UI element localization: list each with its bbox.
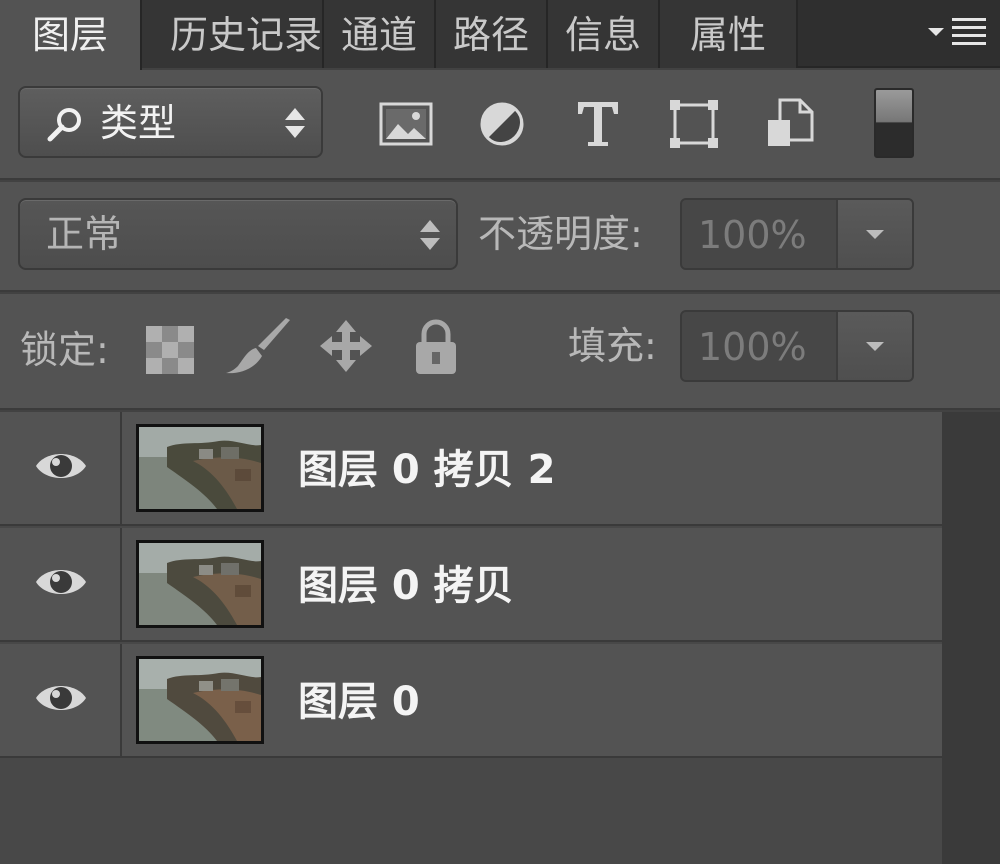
fill-field[interactable]: 100% bbox=[680, 310, 914, 382]
filter-type-select[interactable]: 类型 bbox=[18, 86, 323, 158]
fill-value[interactable]: 100% bbox=[682, 312, 838, 380]
layer-thumbnail bbox=[136, 540, 264, 628]
opacity-label: 不透明度: bbox=[478, 212, 643, 256]
type-filter-icon[interactable] bbox=[570, 96, 626, 152]
updown-arrows-icon bbox=[285, 108, 305, 140]
blend-toolbar: 正常 不透明度: 100% bbox=[0, 182, 1000, 292]
hamburger-menu-icon bbox=[952, 18, 986, 48]
smart-object-filter-icon[interactable] bbox=[762, 96, 818, 152]
filter-type-label: 类型 bbox=[100, 101, 177, 145]
filter-toolbar: 类型 bbox=[0, 70, 1000, 180]
tab-paths[interactable]: 路径 bbox=[436, 0, 548, 68]
tab-history[interactable]: 历史记录 bbox=[142, 0, 324, 68]
tab-info[interactable]: 信息 bbox=[548, 0, 660, 68]
blend-mode-label: 正常 bbox=[46, 212, 123, 256]
lock-all-icon[interactable] bbox=[412, 318, 460, 376]
visibility-toggle[interactable] bbox=[0, 644, 122, 758]
layer-name[interactable]: 图层 0 拷贝 bbox=[298, 556, 514, 616]
updown-arrows-icon bbox=[420, 220, 440, 252]
layer-thumbnail bbox=[136, 424, 264, 512]
tab-channels[interactable]: 通道 bbox=[324, 0, 436, 68]
tab-properties[interactable]: 属性 bbox=[660, 0, 798, 68]
layer-name[interactable]: 图层 0 bbox=[298, 672, 420, 732]
layer-row[interactable]: 图层 0 拷贝 bbox=[0, 528, 942, 642]
visibility-toggle[interactable] bbox=[0, 528, 122, 642]
lock-label: 锁定: bbox=[20, 328, 109, 372]
image-filter-icon[interactable] bbox=[378, 96, 434, 152]
fill-dropdown-button[interactable] bbox=[838, 312, 912, 380]
eye-icon bbox=[36, 454, 86, 478]
lock-transparent-icon[interactable] bbox=[146, 326, 194, 374]
filter-toggle-icon[interactable] bbox=[874, 88, 914, 158]
search-icon bbox=[47, 108, 81, 142]
shape-filter-icon[interactable] bbox=[666, 96, 722, 152]
chevron-down-icon bbox=[866, 230, 884, 239]
menu-arrow-icon bbox=[928, 28, 944, 36]
river-town-image bbox=[139, 543, 261, 625]
lock-brush-icon[interactable] bbox=[224, 316, 296, 376]
opacity-value[interactable]: 100% bbox=[682, 200, 838, 268]
panel-menu-button[interactable] bbox=[928, 18, 986, 52]
layer-row[interactable]: 图层 0 拷贝 2 bbox=[0, 412, 942, 526]
layer-row[interactable]: 图层 0 bbox=[0, 644, 942, 758]
fill-label: 填充: bbox=[568, 324, 657, 368]
opacity-dropdown-button[interactable] bbox=[838, 200, 912, 268]
opacity-field[interactable]: 100% bbox=[680, 198, 914, 270]
river-town-image bbox=[139, 659, 261, 741]
eye-icon bbox=[36, 686, 86, 710]
layer-thumbnail bbox=[136, 656, 264, 744]
tab-layers[interactable]: 图层 bbox=[0, 0, 142, 70]
chevron-down-icon bbox=[866, 342, 884, 351]
visibility-toggle[interactable] bbox=[0, 412, 122, 526]
lock-toolbar: 锁定: 填充: 100% bbox=[0, 294, 1000, 410]
river-town-image bbox=[139, 427, 261, 509]
layers-scrollbar[interactable] bbox=[942, 412, 1000, 864]
eye-icon bbox=[36, 570, 86, 594]
lock-move-icon[interactable] bbox=[318, 318, 374, 374]
blend-mode-select[interactable]: 正常 bbox=[18, 198, 458, 270]
layers-list: 图层 0 拷贝 2 图层 0 拷贝 图层 0 bbox=[0, 412, 942, 864]
adjustment-filter-icon[interactable] bbox=[474, 96, 530, 152]
layer-name[interactable]: 图层 0 拷贝 2 bbox=[298, 440, 555, 500]
panel-tab-bar: 图层 历史记录 通道 路径 信息 属性 bbox=[0, 0, 1000, 70]
